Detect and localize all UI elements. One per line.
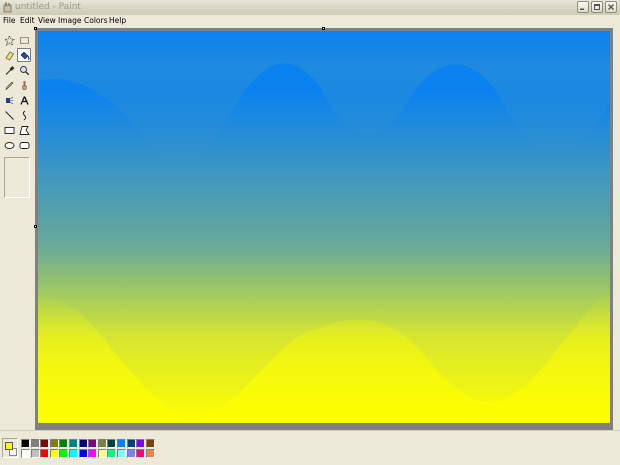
- tool-options-box[interactable]: [4, 157, 30, 198]
- fill-with-color-icon[interactable]: [17, 48, 31, 62]
- airbrush-icon[interactable]: [2, 93, 16, 107]
- rectangle-icon[interactable]: [2, 123, 16, 137]
- rectangle-select-icon[interactable]: [17, 33, 31, 47]
- title-bar[interactable]: untitled - Paint: [0, 0, 620, 16]
- palette-color-swatch[interactable]: [59, 449, 69, 458]
- palette-color-swatch[interactable]: [30, 449, 40, 458]
- pick-color-icon[interactable]: [2, 63, 16, 77]
- palette-color-swatch[interactable]: [126, 439, 136, 448]
- palette-color-swatch[interactable]: [21, 449, 30, 458]
- palette-color-swatch[interactable]: [88, 449, 98, 458]
- curve-icon[interactable]: [17, 108, 31, 122]
- resize-handle[interactable]: [322, 27, 325, 30]
- line-icon[interactable]: [2, 108, 16, 122]
- close-icon[interactable]: [605, 1, 617, 13]
- vertical-scrollbar[interactable]: [613, 28, 620, 430]
- drawing-canvas[interactable]: [38, 31, 610, 423]
- palette-color-swatch[interactable]: [117, 449, 126, 458]
- foreground-color-swatch: [5, 442, 13, 450]
- menu-bar: File Edit View Image Colors Help: [0, 15, 620, 27]
- current-colors-box[interactable]: [2, 438, 18, 458]
- window-title: untitled - Paint: [15, 2, 81, 12]
- palette-color-swatch[interactable]: [59, 439, 69, 448]
- menu-edit[interactable]: Edit: [20, 15, 35, 27]
- palette-color-swatch[interactable]: [69, 439, 78, 448]
- ellipse-icon[interactable]: [2, 138, 16, 152]
- palette-color-swatch[interactable]: [78, 449, 88, 458]
- palette-color-swatch[interactable]: [69, 449, 78, 458]
- magnifier-icon[interactable]: [17, 63, 31, 77]
- palette-color-swatch[interactable]: [107, 449, 117, 458]
- palette-color-swatch[interactable]: [30, 439, 40, 448]
- maximize-icon[interactable]: [591, 1, 603, 13]
- rounded-rectangle-icon[interactable]: [17, 138, 31, 152]
- text-icon[interactable]: [17, 93, 31, 107]
- menu-view[interactable]: View: [38, 15, 56, 27]
- palette-color-swatch[interactable]: [21, 439, 30, 448]
- menu-colors[interactable]: Colors: [84, 15, 108, 27]
- resize-handle[interactable]: [34, 225, 37, 228]
- pencil-icon[interactable]: [2, 78, 16, 92]
- palette-color-swatch[interactable]: [40, 439, 50, 448]
- resize-handle[interactable]: [34, 27, 37, 30]
- palette-color-swatch[interactable]: [97, 439, 107, 448]
- palette-color-swatch[interactable]: [126, 449, 136, 458]
- palette-color-swatch[interactable]: [145, 439, 155, 448]
- palette-color-swatch[interactable]: [107, 439, 117, 448]
- menu-image[interactable]: Image: [58, 15, 82, 27]
- palette-color-swatch[interactable]: [97, 449, 107, 458]
- paint-app-icon: [3, 2, 12, 13]
- tool-box: [0, 30, 35, 430]
- palette-color-swatch[interactable]: [136, 449, 146, 458]
- polygon-icon[interactable]: [17, 123, 31, 137]
- palette-color-swatch[interactable]: [40, 449, 50, 458]
- palette-color-swatch[interactable]: [49, 439, 59, 448]
- brush-icon[interactable]: [17, 78, 31, 92]
- palette-color-swatch[interactable]: [88, 439, 98, 448]
- palette-color-swatch[interactable]: [117, 439, 126, 448]
- palette-color-swatch[interactable]: [136, 439, 146, 448]
- menu-help[interactable]: Help: [109, 15, 126, 27]
- menu-file[interactable]: File: [3, 15, 16, 27]
- minimize-icon[interactable]: [577, 1, 589, 13]
- palette-color-swatch[interactable]: [49, 449, 59, 458]
- palette-color-swatch[interactable]: [145, 449, 155, 458]
- palette-color-swatch[interactable]: [78, 439, 88, 448]
- free-form-select-icon[interactable]: [2, 33, 16, 47]
- color-palette: [0, 434, 620, 465]
- eraser-icon[interactable]: [2, 48, 16, 62]
